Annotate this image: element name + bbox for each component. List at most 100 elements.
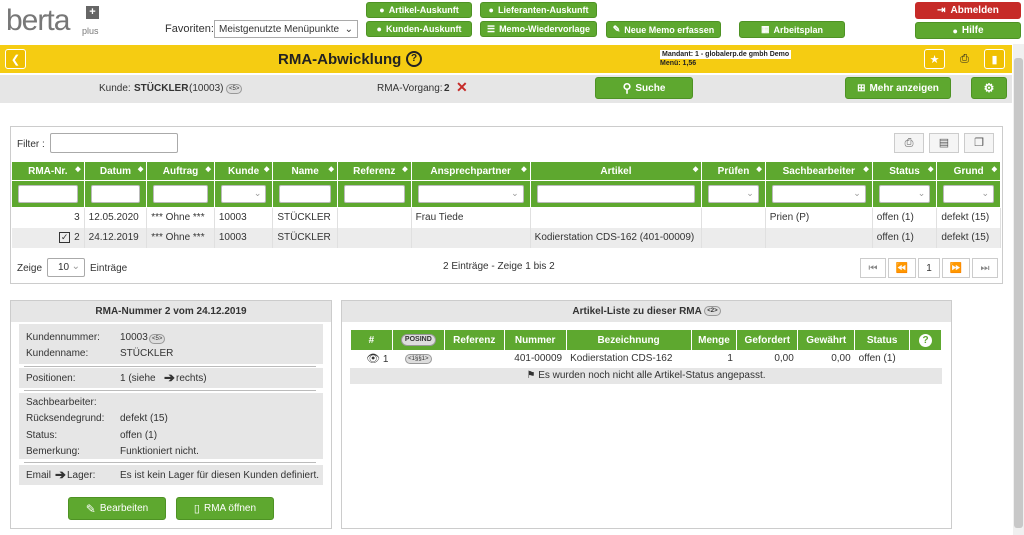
article-count-badge[interactable]: <2> — [704, 306, 721, 317]
arbeitsplan-button[interactable]: ▦ Arbeitsplan — [739, 21, 845, 38]
lieferanten-auskunft-label: Lieferanten-Auskunft — [497, 5, 589, 15]
col-header[interactable]: Status ◆ — [871, 161, 938, 181]
settings-button[interactable]: ⚙ — [971, 77, 1007, 99]
col-header[interactable]: Ansprechpartner ◆ — [410, 161, 531, 181]
col-header[interactable]: Kunde ◆ — [213, 161, 274, 181]
col-header[interactable]: Prüfen ◆ — [701, 161, 766, 181]
filter-select[interactable]: ⌄ — [708, 185, 759, 203]
col-header[interactable]: RMA-Nr. ◆ — [11, 161, 85, 181]
logo-text: berta — [6, 4, 70, 37]
page-size-select[interactable]: 10 ⌄ — [47, 258, 85, 277]
filter-field[interactable] — [18, 185, 78, 203]
favoriten-select[interactable]: Meistgenutzte Menüpunkte ⌄ — [214, 20, 358, 38]
bearbeiten-label: Bearbeiten — [99, 503, 149, 514]
kunden-auskunft-label: Kunden-Auskunft — [385, 24, 462, 34]
col-header[interactable]: # — [350, 329, 393, 351]
berta-logo[interactable]: berta + plus — [6, 4, 99, 40]
last-page-button[interactable]: ⏭ — [972, 258, 998, 278]
chevron-down-icon: ⌄ — [917, 188, 926, 198]
col-header[interactable]: Artikel ◆ — [529, 161, 703, 181]
filter-field[interactable] — [153, 185, 208, 203]
clear-vorgang-icon[interactable]: ✕ — [456, 79, 468, 96]
col-header[interactable]: POSIND — [391, 329, 445, 351]
col-header[interactable]: Grund ◆ — [936, 161, 1001, 181]
sort-icon: ◆ — [991, 166, 997, 173]
artikel-auskunft-button[interactable]: ● Artikel-Auskunft — [366, 2, 472, 18]
posind-badge[interactable]: <1§§1> — [405, 353, 432, 364]
kundenname-label: Kundenname: — [26, 348, 89, 359]
favorite-button[interactable]: ★ — [924, 49, 945, 69]
col-header[interactable]: Auftrag ◆ — [146, 161, 215, 181]
sort-icon: ◆ — [205, 166, 211, 173]
col-header-help[interactable]: ? — [909, 329, 942, 351]
help-icon[interactable]: ? — [406, 51, 422, 67]
article-list-title: Artikel-Liste zu dieser RMA <2> — [342, 301, 951, 322]
col-header[interactable]: Status — [854, 329, 911, 351]
suche-button[interactable]: ⚲ Suche — [595, 77, 693, 99]
col-header[interactable]: Bezeichnung — [565, 329, 692, 351]
filter-field[interactable] — [90, 185, 141, 203]
eye-icon[interactable]: 👁 — [366, 353, 380, 365]
filter-select[interactable]: ⌄ — [943, 185, 994, 203]
print-list-button[interactable]: ⎙ — [894, 133, 924, 153]
col-header[interactable]: Nummer — [503, 329, 567, 351]
cell-datum: 24.12.2019 — [84, 227, 148, 248]
hilfe-button[interactable]: ● Hilfe — [915, 22, 1021, 39]
col-header[interactable]: Name ◆ — [272, 161, 338, 181]
col-header[interactable]: Menge — [690, 329, 738, 351]
col-label: Sachbearbeiter — [782, 165, 855, 177]
page-button-current[interactable]: 1 — [918, 258, 940, 278]
cell-referenz — [337, 227, 412, 248]
back-button[interactable]: ❮ — [5, 49, 26, 69]
cell-auftrag: *** Ohne *** — [146, 227, 215, 248]
mehr-anzeigen-button[interactable]: ⊞ Mehr anzeigen — [845, 77, 951, 99]
cell-kunde: 10003 — [214, 207, 274, 228]
article-row[interactable]: 👁 1 <1§§1> 401-00009 Kodierstation CDS-1… — [351, 351, 942, 367]
next-page-button[interactable]: ⏩ — [942, 258, 970, 278]
first-page-button[interactable]: ⏮ — [860, 258, 886, 278]
kundennummer-badge[interactable]: <5> — [149, 334, 166, 344]
table-row[interactable]: 3 12.05.2020 *** Ohne *** 10003 STÜCKLER… — [11, 207, 1001, 228]
kunde-badge[interactable]: <5> — [226, 84, 243, 94]
rma-oeffnen-button[interactable]: ▯ RMA öffnen — [176, 497, 274, 520]
col-header[interactable]: Sachbearbeiter ◆ — [764, 161, 873, 181]
memo-wiedervorlage-label: Memo-Wiedervorlage — [499, 24, 591, 34]
memo-wiedervorlage-button[interactable]: ☰ Memo-Wiedervorlage — [480, 21, 597, 37]
filter-field[interactable] — [343, 185, 405, 203]
copy-button[interactable]: ❐ — [964, 133, 994, 153]
export-button[interactable]: ▤ — [929, 133, 959, 153]
col-header[interactable]: Referenz — [443, 329, 505, 351]
neue-memo-button[interactable]: ✎ Neue Memo erfassen — [606, 21, 721, 38]
sachbearbeiter-label: Sachbearbeiter: — [26, 397, 97, 408]
prev-page-button[interactable]: ⏪ — [888, 258, 916, 278]
sort-icon: ◆ — [692, 166, 699, 173]
kunden-auskunft-button[interactable]: ● Kunden-Auskunft — [366, 21, 472, 37]
table-row[interactable]: ✓ 2 24.12.2019 *** Ohne *** 10003 STÜCKLE… — [11, 227, 1001, 248]
bearbeiten-button[interactable]: ✎ Bearbeiten — [68, 497, 166, 520]
scrollbar-thumb[interactable] — [1014, 58, 1023, 528]
filter-input[interactable] — [50, 133, 178, 153]
col-header[interactable]: Gewährt — [797, 329, 856, 351]
article-table: # POSIND Referenz Nummer Bezeichnung Men… — [350, 329, 942, 367]
col-label: Kunde — [228, 165, 260, 177]
status-value: offen (1) — [120, 430, 158, 441]
cell-gefordert: 0,00 — [774, 353, 794, 365]
col-header[interactable]: Gefordert — [736, 329, 799, 351]
filter-select[interactable]: ⌄ — [417, 185, 524, 203]
lieferanten-auskunft-button[interactable]: ● Lieferanten-Auskunft — [480, 2, 597, 18]
divider — [24, 390, 316, 391]
filter-select[interactable]: ⌄ — [878, 185, 931, 203]
abmelden-button[interactable]: ⇥ Abmelden — [915, 2, 1021, 19]
filter-field[interactable] — [279, 185, 331, 203]
filter-field[interactable] — [536, 185, 696, 203]
filter-select[interactable]: ⌄ — [771, 185, 866, 203]
cell-pruefen — [701, 207, 766, 228]
detail-title: RMA-Nummer 2 vom 24.12.2019 — [11, 301, 331, 322]
checkbox-checked-icon[interactable]: ✓ — [59, 232, 71, 243]
manual-button[interactable]: ▮ — [984, 49, 1005, 69]
col-label: Auftrag — [162, 165, 199, 177]
col-header[interactable]: Referenz ◆ — [336, 161, 412, 181]
print-button[interactable]: ⎙ — [954, 49, 975, 69]
col-header[interactable]: Datum ◆ — [83, 161, 148, 181]
filter-select[interactable]: ⌄ — [220, 185, 267, 203]
